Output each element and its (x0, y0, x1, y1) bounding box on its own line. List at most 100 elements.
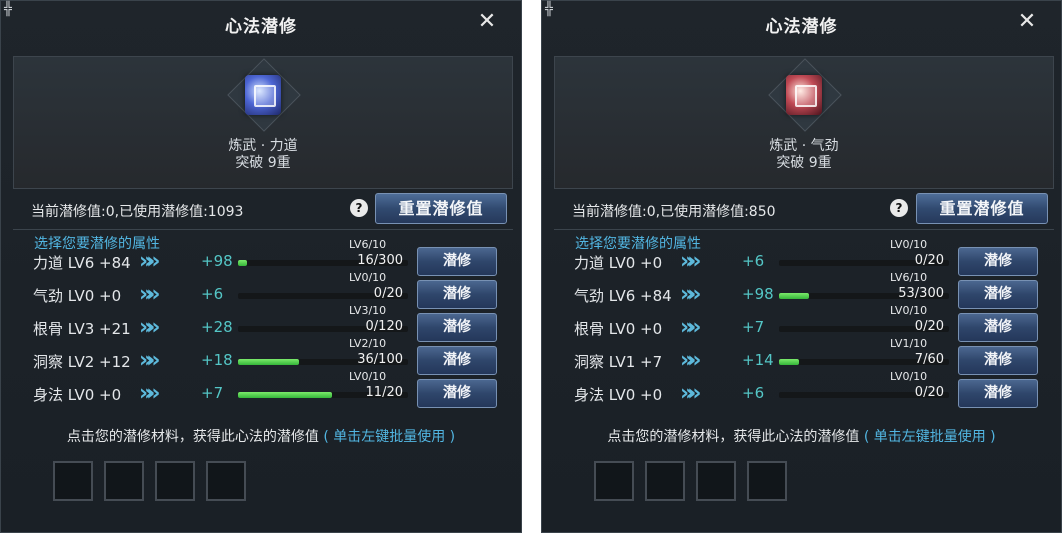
cultivate-button[interactable]: 潜修 (958, 346, 1038, 375)
attribute-label: 洞察 LV1 +7 (574, 353, 663, 371)
chevron-right-icon: »» (139, 381, 160, 406)
attribute-gain: +6 (742, 384, 765, 402)
attribute-row: 根骨 LV0 +0 »» +7 0/20 LV0/10 潜修 (542, 304, 1062, 343)
attribute-gain: +98 (742, 285, 774, 303)
progress-count: 7/60 (914, 352, 944, 367)
close-icon[interactable]: ✕ (1015, 10, 1039, 34)
attribute-row: 身法 LV0 +0 »» +7 11/20 LV0/10 潜修 (1, 370, 523, 409)
reset-points-button[interactable]: 重置潜修值 (375, 193, 507, 224)
progress-count: 0/20 (914, 253, 944, 268)
attribute-label: 力道 LV0 +0 (574, 254, 663, 272)
panel-title: 心法潜修 (225, 17, 297, 37)
attribute-row: 力道 LV0 +0 »» +6 0/20 LV0/10 潜修 (542, 238, 1062, 277)
progress-count: 16/300 (357, 253, 403, 268)
level-label: LV6/10 (349, 238, 387, 251)
attribute-label: 气劲 LV0 +0 (33, 287, 122, 305)
attribute-label: 洞察 LV2 +12 (33, 353, 131, 371)
chevron-right-icon: »» (680, 381, 701, 406)
chevron-right-icon: »» (139, 249, 160, 274)
material-slot[interactable] (747, 461, 787, 501)
cultivate-button[interactable]: 潜修 (417, 379, 497, 408)
hint-text: 点击您的潜修材料，获得此心法的潜修值 (607, 429, 860, 445)
attribute-row: 气劲 LV6 +84 »» +98 53/300 LV6/10 潜修 (542, 271, 1062, 310)
material-slot[interactable] (696, 461, 736, 501)
cultivate-button[interactable]: 潜修 (958, 247, 1038, 276)
level-label: LV2/10 (349, 337, 387, 350)
attribute-gain: +6 (201, 285, 224, 303)
attribute-label: 气劲 LV6 +84 (574, 287, 672, 305)
attribute-gain: +7 (201, 384, 224, 402)
attribute-row: 气劲 LV0 +0 »» +6 0/20 LV0/10 潜修 (1, 271, 523, 310)
material-slot[interactable] (645, 461, 685, 501)
book-icon (245, 75, 281, 115)
attribute-row: 洞察 LV1 +7 »» +14 7/60 LV1/10 潜修 (542, 337, 1062, 376)
points-status: 当前潜修值:0,已使用潜修值:850 (572, 204, 776, 220)
level-label: LV0/10 (890, 370, 928, 383)
progress-count: 0/120 (365, 319, 403, 334)
attribute-row: 身法 LV0 +0 »» +6 0/20 LV0/10 潜修 (542, 370, 1062, 409)
material-hint: 点击您的潜修材料，获得此心法的潜修值 ( 单击左键批量使用 ) (1, 426, 521, 446)
material-hint: 点击您的潜修材料，获得此心法的潜修值 ( 单击左键批量使用 ) (542, 426, 1061, 446)
points-status: 当前潜修值:0,已使用潜修值:1093 (31, 204, 244, 220)
batch-use-link[interactable]: ( 单击左键批量使用 ) (323, 429, 455, 445)
progress-count: 53/300 (898, 286, 944, 301)
material-slot[interactable] (104, 461, 144, 501)
material-slot[interactable] (206, 461, 246, 501)
attribute-gain: +14 (742, 351, 774, 369)
help-icon[interactable]: ? (890, 199, 908, 217)
chevron-right-icon: »» (680, 348, 701, 373)
chevron-right-icon: »» (680, 249, 701, 274)
progress-count: 11/20 (365, 385, 403, 400)
progress-count: 36/100 (357, 352, 403, 367)
skill-info-box: 炼武 · 力道 突破 9重 (13, 56, 513, 189)
cultivation-panel-left: ╬ 心法潜修 ✕ 炼武 · 力道 突破 9重 当前潜修值:0,已使用潜修值:10… (0, 0, 522, 533)
reset-points-button[interactable]: 重置潜修值 (916, 193, 1048, 224)
level-label: LV6/10 (890, 271, 928, 284)
attribute-row: 洞察 LV2 +12 »» +18 36/100 LV2/10 潜修 (1, 337, 523, 376)
material-slot[interactable] (155, 461, 195, 501)
progress-count: 0/20 (373, 286, 403, 301)
attribute-label: 身法 LV0 +0 (574, 386, 663, 404)
level-label: LV0/10 (890, 238, 928, 251)
material-slot[interactable] (53, 461, 93, 501)
cultivate-button[interactable]: 潜修 (958, 313, 1038, 342)
chevron-right-icon: »» (139, 315, 160, 340)
panel-title: 心法潜修 (765, 17, 838, 37)
chevron-right-icon: »» (680, 282, 701, 307)
attribute-gain: +18 (201, 351, 233, 369)
hint-text: 点击您的潜修材料，获得此心法的潜修值 (66, 429, 319, 445)
cultivate-button[interactable]: 潜修 (958, 379, 1038, 408)
help-icon[interactable]: ? (350, 199, 368, 217)
cultivate-button[interactable]: 潜修 (417, 280, 497, 309)
attribute-label: 力道 LV6 +84 (33, 254, 131, 272)
attribute-label: 身法 LV0 +0 (33, 386, 122, 404)
attribute-gain: +98 (201, 252, 233, 270)
chevron-right-icon: »» (139, 282, 160, 307)
cultivate-button[interactable]: 潜修 (417, 346, 497, 375)
level-label: LV0/10 (349, 370, 387, 383)
chevron-right-icon: »» (680, 315, 701, 340)
skill-breakthrough: 突破 9重 (235, 155, 291, 171)
attribute-label: 根骨 LV3 +21 (33, 320, 131, 338)
chevron-right-icon: »» (139, 348, 160, 373)
level-label: LV1/10 (890, 337, 928, 350)
level-label: LV3/10 (349, 304, 387, 317)
material-slot[interactable] (594, 461, 634, 501)
attribute-gain: +7 (742, 318, 765, 336)
skill-breakthrough: 突破 9重 (776, 155, 832, 171)
attribute-gain: +6 (742, 252, 765, 270)
progress-count: 0/20 (914, 319, 944, 334)
cultivate-button[interactable]: 潜修 (958, 280, 1038, 309)
skill-info-box: 炼武 · 气劲 突破 9重 (554, 56, 1054, 189)
attribute-gain: +28 (201, 318, 233, 336)
batch-use-link[interactable]: ( 单击左键批量使用 ) (864, 429, 996, 445)
attribute-label: 根骨 LV0 +0 (574, 320, 663, 338)
close-icon[interactable]: ✕ (475, 10, 499, 34)
attribute-row: 力道 LV6 +84 »» +98 16/300 LV6/10 潜修 (1, 238, 523, 277)
cultivate-button[interactable]: 潜修 (417, 313, 497, 342)
level-label: LV0/10 (349, 271, 387, 284)
cultivation-panel-right: ╬ 心法潜修 ✕ 炼武 · 气劲 突破 9重 当前潜修值:0,已使用潜修值:85… (541, 0, 1062, 533)
cultivate-button[interactable]: 潜修 (417, 247, 497, 276)
attribute-row: 根骨 LV3 +21 »» +28 0/120 LV3/10 潜修 (1, 304, 523, 343)
level-label: LV0/10 (890, 304, 928, 317)
